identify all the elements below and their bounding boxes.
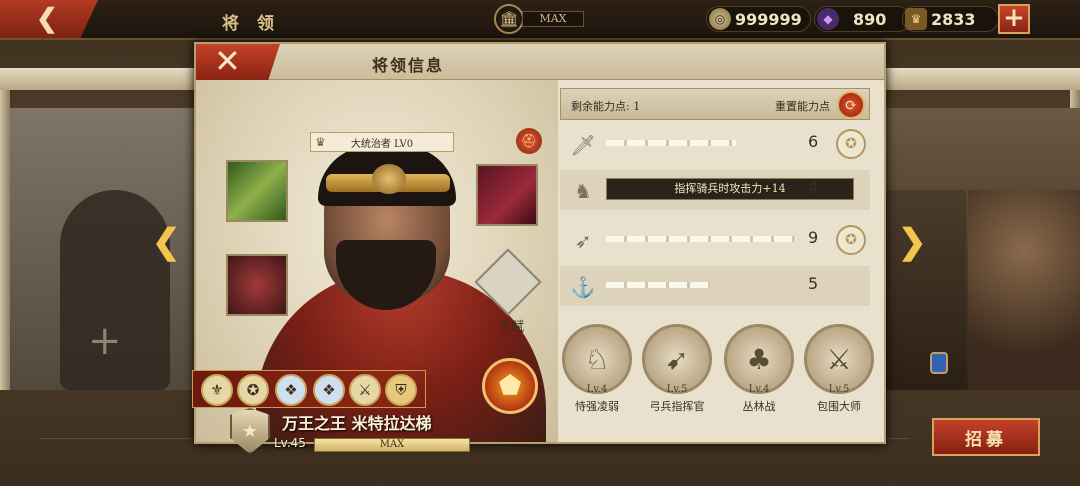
silver-value: 999999 xyxy=(735,9,802,29)
art-level: Lv.5 xyxy=(666,384,688,395)
stat-row-cavalry[interactable]: ♞ 指挥骑兵时攻击力+14 4 xyxy=(560,170,870,210)
art-name: 包围大师 xyxy=(817,400,861,413)
art-level: Lv.5 xyxy=(828,384,850,395)
art-level: Lv.4 xyxy=(748,384,770,395)
silver-resource[interactable]: ◎ 999999 xyxy=(706,6,811,32)
gem-slot-icon xyxy=(930,352,948,374)
skill-icon-4[interactable]: ❖ xyxy=(313,374,345,406)
stat-value: 4 xyxy=(808,178,819,197)
rank-resource[interactable]: ♛ 2833 xyxy=(902,6,999,32)
recruit-label: 招募 xyxy=(965,429,1007,450)
skill-icon-6[interactable]: ⛨ xyxy=(385,374,417,406)
arch-left xyxy=(0,68,194,90)
helmet-icon[interactable]: ⛑ xyxy=(516,128,542,154)
art-level: Lv.4 xyxy=(586,384,608,395)
hero-name: 万王之王 米特拉达梯 xyxy=(282,414,432,433)
stat-row-archer[interactable]: ➶ 9 ✪ xyxy=(560,220,870,260)
silver-coin-icon: ◎ xyxy=(709,8,731,30)
stat-bar xyxy=(606,236,796,242)
banner-equip-slot[interactable] xyxy=(226,160,288,222)
remaining-points-label: 剩余能力点: 1 xyxy=(571,100,641,113)
rank-insignia-icon: ♛ xyxy=(905,8,927,30)
gem-value: 890 xyxy=(853,9,887,29)
skill-icon-3[interactable]: ❖ xyxy=(275,374,307,406)
prev-hero-arrow-icon[interactable]: ❮ xyxy=(152,222,181,262)
pentagon-star-icon[interactable]: ⬟ xyxy=(482,358,538,414)
hero-name-panel: ★ 万王之王 米特拉达梯 Lv.45 MAX xyxy=(224,408,524,458)
talent-label: 天赋 xyxy=(498,320,525,335)
hero-level: Lv.45 xyxy=(274,436,306,450)
page-title: 将 领 xyxy=(222,14,280,34)
laurel-star-icon[interactable]: ✪ xyxy=(836,225,866,255)
skill-icon-1[interactable]: ⚜ xyxy=(201,374,233,406)
next-hero-arrow-icon[interactable]: ❯ xyxy=(898,222,927,262)
skill-icon-5[interactable]: ⚔ xyxy=(349,374,381,406)
anchor-icon: ⚓ xyxy=(570,275,596,299)
stat-row-navy[interactable]: ⚓ 5 xyxy=(560,266,870,306)
armor-equip-slot[interactable] xyxy=(226,254,288,316)
bow-icon: ➶ xyxy=(574,229,592,253)
column-left xyxy=(0,90,10,390)
rank-value: 2833 xyxy=(931,9,976,29)
stat-row-infantry[interactable]: 🗡 6 ✪ xyxy=(560,124,870,164)
close-button[interactable]: ✕ xyxy=(196,44,280,80)
crown-icon: ♛ xyxy=(315,135,326,149)
art-name: 丛林战 xyxy=(742,400,776,413)
stat-bar xyxy=(606,282,710,288)
stat-bar xyxy=(606,140,736,146)
hero-preview-right[interactable] xyxy=(968,190,1080,390)
weapon-equip-slot[interactable] xyxy=(476,164,538,226)
building-max-bar: MAX xyxy=(522,11,584,27)
back-arrow-icon: ❮ xyxy=(36,4,58,34)
hero-info-dialog: ✕ 将领信息 ♛ 大统治者 LV0 ⛑ 天赋 ⚜ ✪ ❖ ❖ ⚔ ⛨ ⬟ ★ 万… xyxy=(192,42,886,454)
sword-icon: 🗡 xyxy=(570,133,596,157)
art-name: 弓兵指挥官 xyxy=(649,400,705,413)
skill-icon-2[interactable]: ✪ xyxy=(237,374,269,406)
add-resource-button[interactable]: + xyxy=(998,4,1030,34)
lion-crest-icon xyxy=(372,164,406,194)
gem-resource[interactable]: ◆ 890 xyxy=(814,6,912,32)
recruit-button[interactable]: 招募 xyxy=(932,418,1040,456)
reset-points-label: 重置能力点 xyxy=(775,100,830,113)
lord-tag-label: 大统治者 LV0 xyxy=(350,138,414,150)
hero-preview-left[interactable] xyxy=(886,190,966,390)
lord-tag[interactable]: ♛ 大统治者 LV0 xyxy=(310,132,454,152)
add-hero-icon[interactable]: + xyxy=(88,318,122,364)
dialog-header xyxy=(196,44,884,80)
reset-icon[interactable]: ⟳ xyxy=(837,91,865,119)
ability-points-row: 剩余能力点: 1 重置能力点 ⟳ xyxy=(560,88,870,120)
dialog-title: 将领信息 xyxy=(372,56,445,75)
exp-bar: MAX xyxy=(314,438,470,452)
horse-icon: ♞ xyxy=(574,179,592,203)
rank-shield-icon: ★ xyxy=(230,408,270,454)
building-icon[interactable]: 🏛 xyxy=(494,4,524,34)
laurel-star-icon[interactable]: ✪ xyxy=(836,129,866,159)
stat-value: 9 xyxy=(808,228,819,247)
skill-strip: ⚜ ✪ ❖ ❖ ⚔ ⛨ xyxy=(192,370,426,408)
arch-right xyxy=(886,68,1080,90)
hero-portrait: ♛ 大统治者 LV0 ⛑ 天赋 ⚜ ✪ ❖ ❖ ⚔ ⛨ ⬟ ★ 万王之王 米特拉… xyxy=(192,80,558,454)
stat-value: 6 xyxy=(808,132,819,151)
art-name: 恃强凌弱 xyxy=(575,400,619,413)
stat-value: 5 xyxy=(808,274,819,293)
gem-icon: ◆ xyxy=(817,8,839,30)
